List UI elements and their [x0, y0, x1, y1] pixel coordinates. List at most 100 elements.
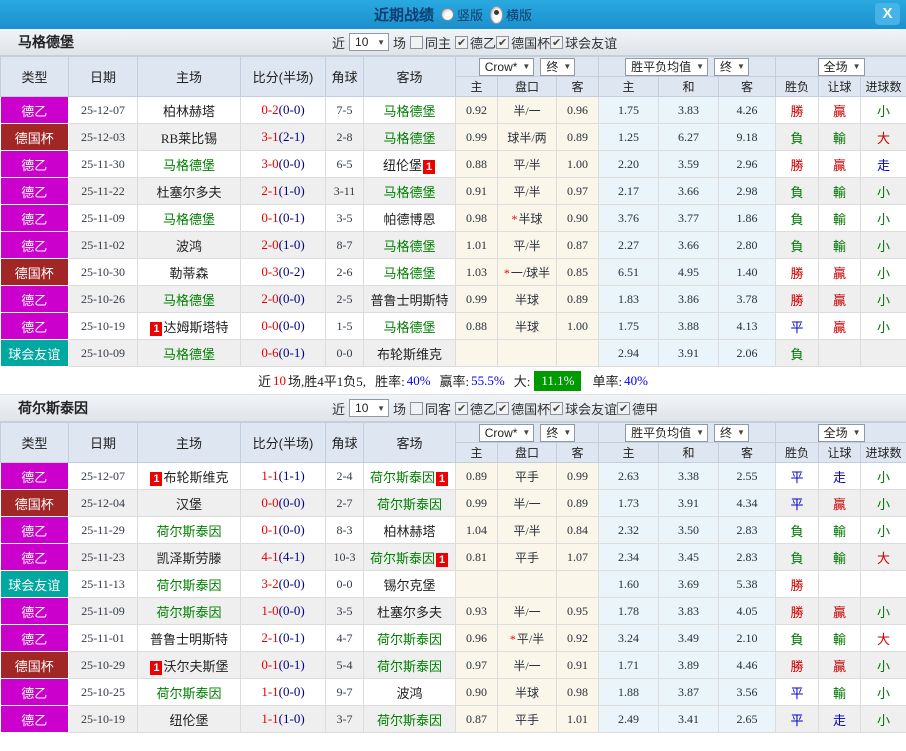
team-name: 杜塞尔多夫	[376, 604, 442, 620]
radio-vertical-label[interactable]: 竖版	[457, 5, 483, 24]
league-filter[interactable]: ✔ 德乙	[455, 399, 496, 418]
result-goals: 大	[860, 123, 906, 151]
home-team: 纽伦堡	[137, 705, 241, 733]
layout-horizontal-option[interactable]: 横版	[490, 5, 532, 24]
checkbox-icon[interactable]: ✔	[455, 35, 469, 49]
col-score: 比分(半场)	[240, 422, 326, 463]
handicap-line: 平手	[497, 462, 557, 490]
match-score: 0-1(0-1)	[240, 204, 326, 232]
team-name: 马格德堡	[162, 292, 215, 308]
odds-time-dropdown[interactable]: 终 ▼	[540, 423, 576, 442]
same-venue-filter[interactable]: 同客	[410, 399, 451, 418]
avg-away-odds: 2.10	[718, 624, 777, 652]
col-type: 类型	[0, 56, 69, 97]
checkbox-icon[interactable]: ✔	[617, 401, 631, 415]
corner-score: 4-7	[325, 624, 364, 652]
league-badge: 德乙	[0, 705, 69, 733]
radio-vertical-icon[interactable]	[440, 8, 454, 21]
home-team: 凯泽斯劳滕	[137, 543, 241, 571]
handicap-home-odds: 0.92	[455, 96, 498, 124]
avg-away-odds: 2.96	[718, 150, 777, 178]
checkbox-icon[interactable]: ✔	[455, 401, 469, 415]
titlebar: 近期战绩 竖版 横版 X	[0, 0, 906, 29]
scope-dropdown[interactable]: 全场 ▼	[817, 423, 865, 442]
checkbox-icon[interactable]: ✔	[550, 35, 564, 49]
match-score: 2-1(1-0)	[240, 177, 326, 205]
scope-dropdown[interactable]: 全场 ▼	[817, 57, 865, 76]
avg-time-dropdown[interactable]: 终 ▼	[714, 423, 749, 442]
team-name: 马格德堡	[383, 103, 436, 119]
radio-horizontal-icon[interactable]	[490, 5, 503, 24]
avg-odds-dropdown[interactable]: 胜平负均值 ▼	[625, 423, 709, 442]
close-icon[interactable]: X	[875, 3, 900, 25]
team-name: 达姆斯塔特	[163, 319, 229, 335]
home-team: 马格德堡	[137, 339, 241, 367]
col-pan-away: 客	[555, 76, 600, 97]
odds-company-dropdown[interactable]: Crow* ▼	[478, 423, 535, 442]
handicap-home-odds	[455, 339, 498, 367]
result-wdl: 負	[775, 204, 820, 232]
league-filter[interactable]: ✔ 德甲	[617, 399, 658, 418]
avg-time-dropdown[interactable]: 终 ▼	[714, 57, 749, 76]
match-date: 25-12-07	[68, 96, 138, 124]
same-venue-filter[interactable]: 同主	[410, 33, 451, 52]
avg-home-odds: 3.76	[598, 204, 660, 232]
result-handicap: 贏	[818, 96, 862, 124]
home-team: 杜塞尔多夫	[137, 177, 241, 205]
corner-score: 8-7	[325, 231, 364, 259]
odds-change-star: *	[509, 631, 516, 646]
layout-vertical-option[interactable]: 竖版	[440, 5, 483, 24]
checkbox-icon[interactable]: ✔	[496, 401, 510, 415]
avg-odds-dropdown[interactable]: 胜平负均值 ▼	[625, 57, 709, 76]
match-score: 0-1(0-0)	[240, 516, 326, 544]
match-score: 1-0(0-0)	[240, 597, 326, 625]
checkbox-icon[interactable]	[410, 35, 424, 49]
radio-horizontal-label[interactable]: 横版	[506, 5, 532, 24]
table-row: 德国杯 25-12-04 汉堡 0-0(0-0) 2-7 荷尔斯泰因 0.99 …	[0, 489, 906, 517]
checkbox-icon[interactable]: ✔	[550, 401, 564, 415]
rank-badge: 1	[436, 471, 448, 486]
avg-draw-odds: 3.88	[658, 312, 720, 340]
odds-company-dropdown[interactable]: Crow* ▼	[478, 57, 535, 76]
team-name: 凯泽斯劳滕	[156, 550, 222, 566]
team-name: 普鲁士明斯特	[370, 292, 449, 308]
corner-score: 3-5	[325, 597, 364, 625]
result-goals: 小	[860, 597, 906, 625]
handicap-line: 半/一	[497, 651, 557, 679]
handicap-away-odds	[556, 339, 600, 367]
avg-away-odds: 2.65	[718, 705, 777, 733]
match-date: 25-10-26	[68, 285, 138, 313]
league-filter[interactable]: ✔ 德国杯	[496, 33, 550, 52]
avg-draw-odds: 3.49	[658, 624, 720, 652]
recent-count-select[interactable]: 10 ▼	[349, 399, 390, 417]
league-filter[interactable]: ✔ 球会友谊	[550, 33, 617, 52]
odds-time-dropdown[interactable]: 终 ▼	[540, 57, 576, 76]
result-wdl: 負	[775, 516, 820, 544]
team-name: 荷尔斯泰因	[376, 712, 442, 728]
result-wdl: 負	[775, 543, 820, 571]
match-date: 25-11-09	[68, 204, 138, 232]
league-badge: 德乙	[0, 597, 69, 625]
checkbox-icon[interactable]	[410, 401, 424, 415]
team-name: 波鸿	[396, 685, 423, 701]
team-name: 马格德堡	[383, 184, 436, 200]
table-row: 德乙 25-11-29 荷尔斯泰因 0-1(0-0) 8-3 柏林赫塔 1.04…	[0, 516, 906, 544]
summary-bar: 近 10 场,胜4平1负5, 胜率: 40% 赢率: 55.5% 大: 11.1% 单率:…	[0, 367, 906, 395]
match-score: 1-1(0-0)	[240, 678, 326, 706]
avg-draw-odds: 3.50	[658, 516, 720, 544]
recent-count-select[interactable]: 10 ▼	[349, 33, 390, 51]
table-row: 德乙 25-11-02 波鸿 2-0(1-0) 8-7 马格德堡 1.01 平/…	[0, 231, 906, 259]
league-badge: 德乙	[0, 177, 69, 205]
team-name: 荷尔斯泰因	[376, 631, 442, 647]
team-header-bar: 荷尔斯泰因 近 10 ▼ 场 同客 ✔ 德乙 ✔ 德国杯 ✔ 球会友谊 ✔ 德甲	[0, 395, 906, 422]
col-avg-away: 客	[718, 442, 777, 463]
league-filter[interactable]: ✔ 球会友谊	[550, 399, 617, 418]
avg-away-odds: 4.13	[718, 312, 777, 340]
checkbox-icon[interactable]: ✔	[496, 35, 510, 49]
handicap-line: 平/半	[497, 177, 557, 205]
league-filter[interactable]: ✔ 德国杯	[496, 399, 550, 418]
team-name: 柏林赫塔	[162, 103, 215, 119]
league-filter[interactable]: ✔ 德乙	[455, 33, 496, 52]
home-team: 柏林赫塔	[137, 96, 241, 124]
away-team: 普鲁士明斯特	[363, 285, 456, 313]
